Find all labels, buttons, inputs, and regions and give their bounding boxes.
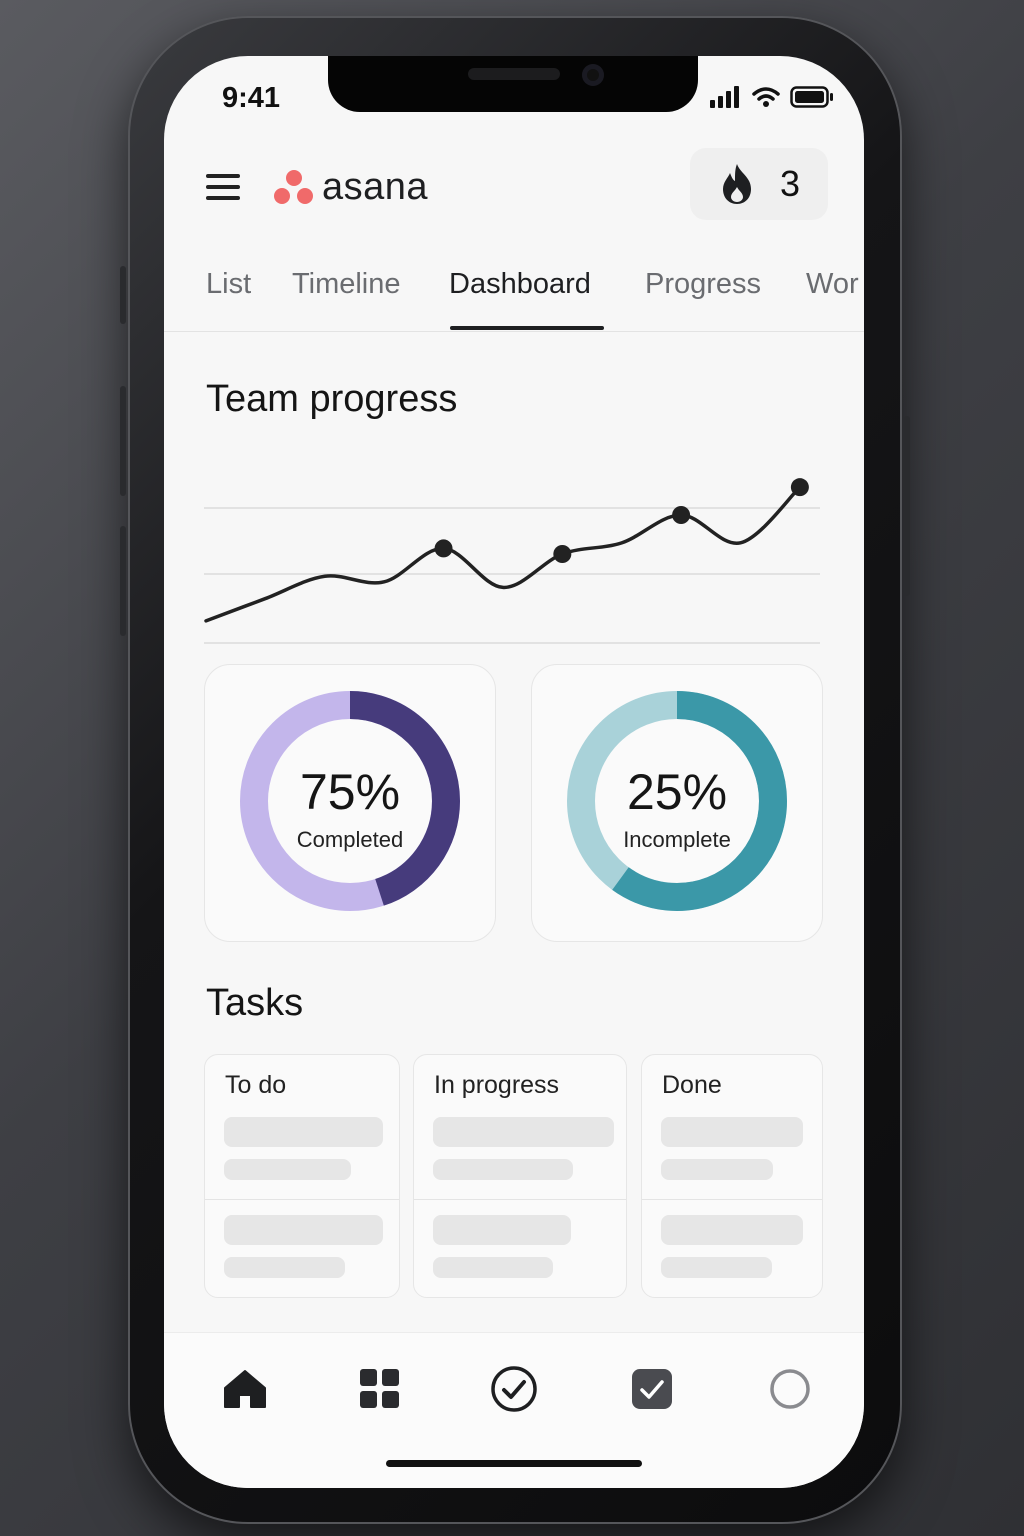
app-header: asana 3	[164, 148, 864, 228]
asana-logo-icon	[272, 168, 316, 208]
task-divider	[205, 1199, 399, 1200]
notch	[328, 56, 698, 112]
task-placeholder	[661, 1159, 773, 1180]
team-progress-title: Team progress	[206, 378, 458, 420]
tab-workload[interactable]: Wor	[806, 268, 859, 301]
mute-switch	[120, 266, 126, 324]
task-column-todo[interactable]: To do	[204, 1054, 400, 1298]
app-name: asana	[322, 166, 429, 208]
incomplete-card[interactable]: 25% Incomplete	[531, 664, 823, 942]
circle-icon	[770, 1369, 810, 1409]
volume-up-button	[120, 386, 126, 496]
front-camera	[582, 64, 604, 86]
task-column-title: To do	[225, 1071, 287, 1099]
status-time: 9:41	[222, 82, 281, 114]
progress-line	[204, 485, 802, 623]
nav-home[interactable]	[221, 1365, 269, 1413]
battery-icon	[790, 86, 833, 108]
app-logo: asana	[272, 166, 428, 209]
task-placeholder	[224, 1159, 351, 1180]
tasks-title: Tasks	[206, 982, 304, 1024]
chart-point	[553, 545, 572, 563]
chart-point	[672, 506, 691, 524]
menu-icon[interactable]	[206, 174, 240, 202]
task-placeholder	[433, 1159, 573, 1180]
task-divider	[642, 1199, 822, 1200]
task-column-in-progress[interactable]: In progress	[413, 1054, 627, 1298]
tab-list[interactable]: List	[206, 268, 251, 301]
speaker	[468, 68, 560, 80]
check-circle-icon	[491, 1366, 537, 1412]
nav-inbox[interactable]	[628, 1365, 676, 1413]
nav-account[interactable]	[766, 1365, 814, 1413]
grid-icon	[360, 1369, 399, 1408]
task-placeholder	[661, 1117, 803, 1147]
wifi-icon	[752, 87, 780, 107]
completed-value: 75%	[299, 764, 401, 820]
task-column-title: In progress	[434, 1071, 560, 1099]
nav-apps[interactable]	[356, 1365, 404, 1413]
streak-count: 3	[779, 163, 801, 204]
view-tabs: List Timeline Dashboard Progress Wor	[164, 266, 864, 332]
flame-icon	[722, 164, 751, 204]
status-icons	[710, 86, 834, 108]
incomplete-value: 25%	[626, 764, 728, 820]
chart-point	[790, 478, 809, 497]
completed-label: Completed	[296, 827, 404, 852]
task-column-done[interactable]: Done	[641, 1054, 823, 1298]
incomplete-label: Incomplete	[623, 827, 731, 852]
task-placeholder	[224, 1257, 345, 1278]
phone-frame: 9:41 asana 3 List Timeline Dashboard Pro…	[120, 16, 910, 1524]
task-column-title: Done	[662, 1071, 722, 1099]
chart-point	[434, 539, 453, 558]
task-divider	[414, 1199, 626, 1200]
completed-card[interactable]: 75% Completed	[204, 664, 496, 942]
chart-points	[434, 478, 809, 563]
signal-icon	[710, 86, 739, 108]
home-indicator	[386, 1460, 642, 1467]
tab-progress[interactable]: Progress	[645, 268, 761, 301]
task-placeholder	[224, 1117, 383, 1147]
task-placeholder	[433, 1215, 571, 1245]
task-placeholder	[661, 1215, 803, 1245]
check-square-icon	[632, 1369, 672, 1409]
streak-badge[interactable]: 3	[690, 148, 828, 220]
task-placeholder	[433, 1257, 553, 1278]
nav-my-tasks[interactable]	[490, 1365, 538, 1413]
home-icon	[224, 1370, 266, 1408]
task-placeholder	[224, 1215, 383, 1245]
screen: 9:41 asana 3 List Timeline Dashboard Pro…	[164, 56, 864, 1488]
volume-down-button	[120, 526, 126, 636]
team-progress-chart: JanMarMay	[204, 478, 820, 690]
task-placeholder	[661, 1257, 772, 1278]
power-button	[904, 416, 910, 596]
active-tab-indicator	[450, 326, 604, 330]
task-placeholder	[433, 1117, 614, 1147]
chart-grid	[204, 507, 820, 644]
tab-dashboard[interactable]: Dashboard	[449, 268, 591, 301]
tab-timeline[interactable]: Timeline	[292, 268, 401, 301]
